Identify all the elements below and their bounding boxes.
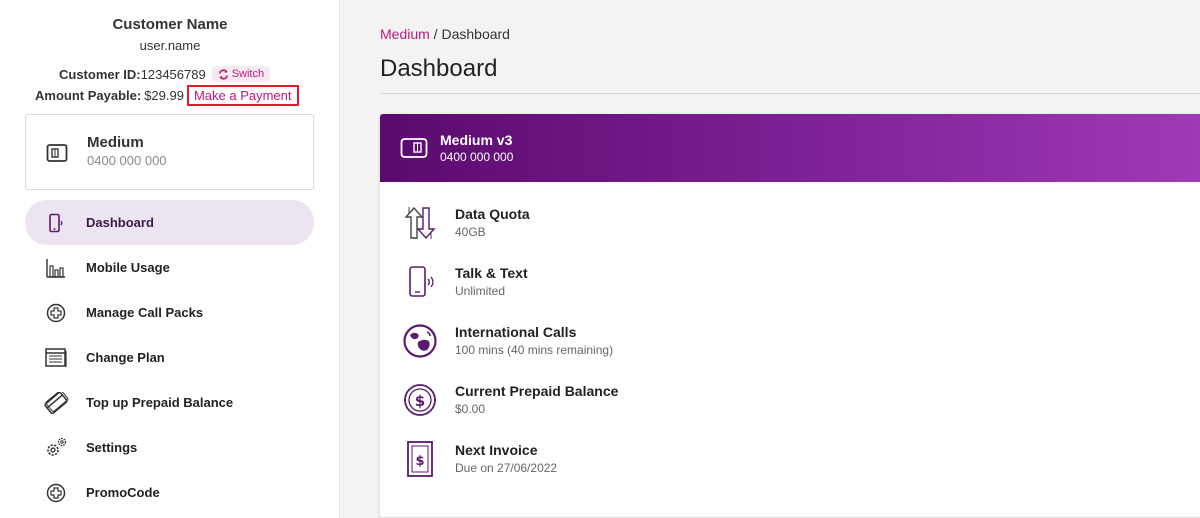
sidebar-item-label: PromoCode [86, 485, 160, 500]
plus-circle-icon [46, 483, 65, 502]
svg-text:$: $ [415, 392, 425, 410]
sim-card-icon [400, 138, 428, 158]
plan-header-name: Medium v3 [440, 132, 513, 148]
mobile-phone-icon [409, 266, 434, 297]
customer-id-value: 123456789 [140, 66, 206, 82]
plan-card[interactable]: Medium 0400 000 000 [25, 114, 314, 190]
main-content: Medium / Dashboard Dashboard Medium v3 0… [341, 0, 1200, 518]
sidebar-item-dashboard[interactable]: Dashboard [25, 200, 314, 245]
sidebar-item-label: Dashboard [86, 215, 154, 230]
feature-value: Unlimited [455, 284, 506, 298]
gear-icon [46, 437, 66, 456]
sidebar-item-top-up[interactable]: Top up Prepaid Balance [25, 380, 314, 425]
plan-header: Medium v3 0400 000 000 [380, 114, 1200, 182]
svg-text:$: $ [415, 454, 424, 469]
plan-name: Medium [87, 134, 144, 151]
switch-button[interactable]: Switch [211, 66, 271, 82]
feature-international-calls: International Calls 100 mins (40 mins re… [380, 321, 1200, 371]
plan-number: 0400 000 000 [87, 153, 167, 168]
feature-name: Talk & Text [455, 265, 528, 281]
data-arrows-icon [404, 206, 436, 240]
breadcrumb-current: Dashboard [441, 26, 510, 42]
card-icon [43, 391, 68, 414]
make-payment-link[interactable]: Make a Payment [186, 85, 299, 106]
feature-value: 40GB [455, 225, 486, 239]
feature-data-quota: Data Quota 40GB [380, 203, 1200, 253]
breadcrumb-separator: / [429, 26, 442, 42]
sidebar: Customer Name user.name Customer ID: 123… [0, 0, 340, 518]
plan-header-number: 0400 000 000 [440, 150, 514, 164]
switch-icon [218, 69, 228, 79]
amount-row: Amount Payable: $29.99 Make a Payment [35, 85, 299, 106]
feature-talk-text: Talk & Text Unlimited [380, 262, 1200, 312]
mobile-phone-icon [48, 213, 62, 232]
feature-name: Next Invoice [455, 442, 538, 458]
globe-icon [403, 324, 437, 358]
plus-circle-icon [46, 303, 65, 322]
customer-id-row: Customer ID: 123456789 Switch [59, 66, 271, 82]
feature-value: $0.00 [455, 402, 486, 416]
title-divider [380, 93, 1200, 94]
breadcrumb-link-medium[interactable]: Medium [380, 26, 430, 42]
feature-name: Data Quota [455, 206, 530, 222]
sidebar-item-label: Settings [86, 440, 138, 455]
feature-name: International Calls [455, 324, 577, 340]
user-name: user.name [139, 38, 201, 53]
customer-id-label: Customer ID: [59, 66, 141, 82]
feature-name: Current Prepaid Balance [455, 383, 619, 399]
feature-value: Due on 27/06/2022 [455, 461, 558, 475]
amount-label: Amount Payable: [35, 88, 142, 103]
breadcrumb: Medium / Dashboard [380, 26, 510, 42]
sidebar-item-mobile-usage[interactable]: Mobile Usage [25, 245, 314, 290]
sidebar-item-label: Change Plan [86, 350, 165, 365]
switch-label: Switch [231, 68, 265, 80]
customer-name: Customer Name [112, 16, 228, 33]
sidebar-item-promocode[interactable]: PromoCode [25, 470, 314, 515]
sidebar-item-change-plan[interactable]: Change Plan [25, 335, 314, 380]
amount-value: $29.99 [144, 88, 184, 103]
sidebar-item-label: Top up Prepaid Balance [86, 395, 234, 410]
feature-value: 100 mins (40 mins remaining) [455, 343, 614, 357]
calendar-icon [44, 347, 67, 367]
page-title: Dashboard [380, 55, 498, 82]
sidebar-nav: Dashboard Mobile Usage Manage Call Packs… [25, 200, 314, 515]
sidebar-item-settings[interactable]: Settings [25, 425, 314, 470]
invoice-icon: $ [407, 441, 433, 477]
plan-details-card: Medium v3 0400 000 000 Data Quota 40GB T… [380, 114, 1200, 517]
sidebar-item-label: Mobile Usage [86, 260, 170, 275]
feature-prepaid-balance: $ Current Prepaid Balance $0.00 [380, 380, 1200, 430]
sim-card-icon [46, 144, 68, 162]
bar-chart-icon [45, 258, 65, 278]
sidebar-item-label: Manage Call Packs [86, 305, 204, 320]
sidebar-item-manage-call-packs[interactable]: Manage Call Packs [25, 290, 314, 335]
feature-next-invoice: $ Next Invoice Due on 27/06/2022 [380, 439, 1200, 489]
dollar-circle-icon: $ [404, 384, 436, 416]
